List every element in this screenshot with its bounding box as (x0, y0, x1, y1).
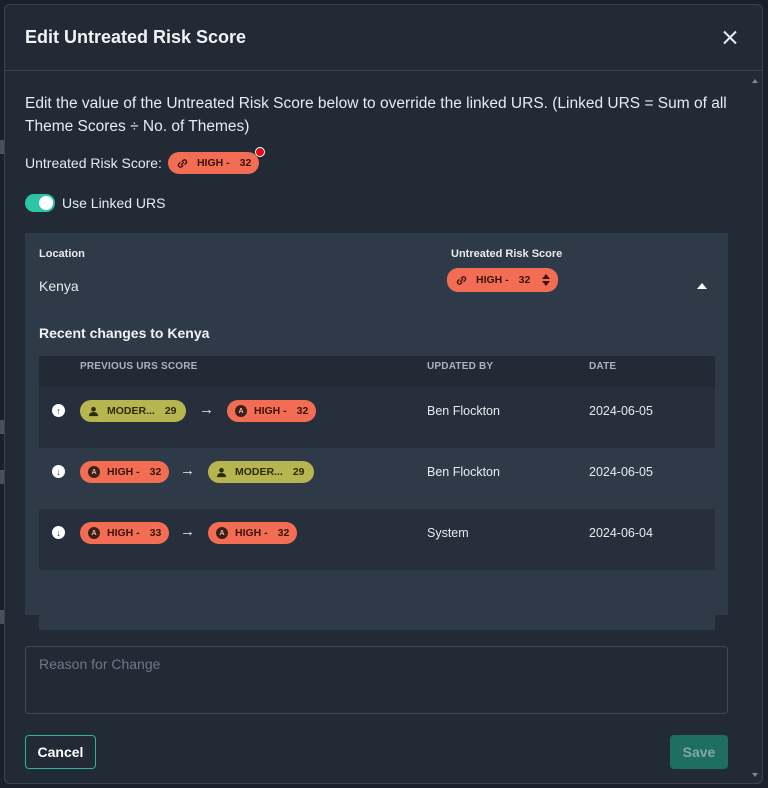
use-linked-urs-row: Use Linked URS (25, 193, 730, 213)
to-level: MODER... (235, 466, 283, 478)
to-score-pill: A HIGH - 32 (208, 522, 298, 544)
to-level: HIGH - (254, 405, 287, 417)
urs-select-score: 32 (518, 274, 531, 286)
location-panel: Location Untreated Risk Score Kenya HIGH… (25, 233, 728, 630)
collapse-icon[interactable] (697, 283, 707, 289)
from-score: 33 (149, 527, 162, 539)
from-level: HIGH - (107, 527, 140, 539)
use-linked-urs-toggle[interactable] (25, 194, 55, 212)
auto-icon: A (235, 405, 247, 417)
to-score-pill: MODER... 29 (208, 461, 314, 483)
location-value: Kenya (39, 278, 79, 294)
modal-header: Edit Untreated Risk Score (5, 5, 762, 71)
change-arrow: → (199, 401, 214, 418)
urs-select[interactable]: HIGH - 32 (447, 268, 559, 292)
recent-changes-table: PREVIOUS URS SCORE UPDATED BY DATE ↑ MOD… (39, 356, 715, 630)
edit-urs-modal: Edit Untreated Risk Score Edit the value… (4, 4, 763, 784)
col-date: DATE (589, 361, 617, 372)
urs-header: Untreated Risk Score (451, 248, 563, 260)
arrow-down-icon: ↓ (52, 465, 65, 478)
from-score-pill: A HIGH - 32 (80, 461, 170, 483)
arrow-up-icon: ↑ (52, 404, 65, 417)
from-score: 29 (164, 405, 177, 417)
table-row: ↓ A HIGH - 32 → MODER... 29 Ben Flockton… (39, 448, 715, 509)
cancel-button[interactable]: Cancel (25, 735, 96, 769)
link-icon (177, 158, 188, 168)
updated-by: System (427, 526, 469, 540)
description-text: Edit the value of the Untreated Risk Sco… (25, 95, 727, 135)
modal-scrollbar[interactable] (750, 73, 760, 781)
urs-label: Untreated Risk Score: (25, 155, 162, 171)
urs-line: Untreated Risk Score: HIGH - 32 (25, 147, 730, 175)
person-icon (88, 406, 99, 416)
reason-for-change-input[interactable]: Reason for Change (25, 646, 728, 714)
table-header: PREVIOUS URS SCORE UPDATED BY DATE (39, 356, 715, 387)
auto-icon: A (88, 527, 100, 539)
from-score-pill: MODER... 29 (80, 400, 186, 422)
close-icon[interactable] (718, 26, 742, 50)
auto-icon: A (216, 527, 228, 539)
toggle-label: Use Linked URS (62, 195, 166, 211)
col-updated-by: UPDATED BY (427, 361, 494, 372)
col-previous-urs: PREVIOUS URS SCORE (80, 361, 198, 372)
linked-urs-badge[interactable]: HIGH - 32 (167, 147, 266, 174)
arrow-down-icon: ↓ (52, 526, 65, 539)
table-row: ↑ MODER... 29 → A HIGH - 32 Ben Flockton… (39, 387, 715, 448)
table-spacer (39, 570, 715, 630)
scroll-up-icon[interactable] (752, 79, 758, 83)
to-score-pill: A HIGH - 32 (227, 400, 317, 422)
change-arrow: → (180, 462, 195, 479)
date: 2024-06-05 (589, 404, 653, 418)
modal-title: Edit Untreated Risk Score (25, 27, 247, 47)
sort-arrows-icon[interactable] (542, 274, 551, 286)
to-level: HIGH - (235, 527, 268, 539)
auto-icon: A (88, 466, 100, 478)
to-score: 32 (296, 405, 309, 417)
date: 2024-06-04 (589, 526, 653, 540)
to-score: 32 (277, 527, 290, 539)
change-arrow: → (180, 523, 195, 540)
scroll-down-icon[interactable] (752, 773, 758, 777)
toggle-knob (39, 196, 53, 210)
date: 2024-06-05 (589, 465, 653, 479)
table-row: ↓ A HIGH - 33 → A HIGH - 32 System 2024-… (39, 509, 715, 570)
to-score: 29 (292, 466, 305, 478)
updated-by: Ben Flockton (427, 465, 500, 479)
from-score: 32 (149, 466, 162, 478)
from-level: HIGH - (107, 466, 140, 478)
save-button[interactable]: Save (670, 735, 728, 769)
from-level: MODER... (107, 405, 155, 417)
badge-score: 32 (239, 157, 252, 169)
person-icon (216, 467, 227, 477)
link-icon (456, 275, 467, 285)
from-score-pill: A HIGH - 33 (80, 522, 170, 544)
updated-by: Ben Flockton (427, 404, 500, 418)
location-header: Location (39, 248, 85, 260)
modal-body: Edit the value of the Untreated Risk Sco… (25, 71, 730, 769)
recent-changes-title: Recent changes to Kenya (39, 325, 210, 341)
urs-select-level: HIGH - (476, 274, 509, 286)
badge-level: HIGH - (196, 157, 230, 169)
notification-dot (255, 147, 266, 157)
